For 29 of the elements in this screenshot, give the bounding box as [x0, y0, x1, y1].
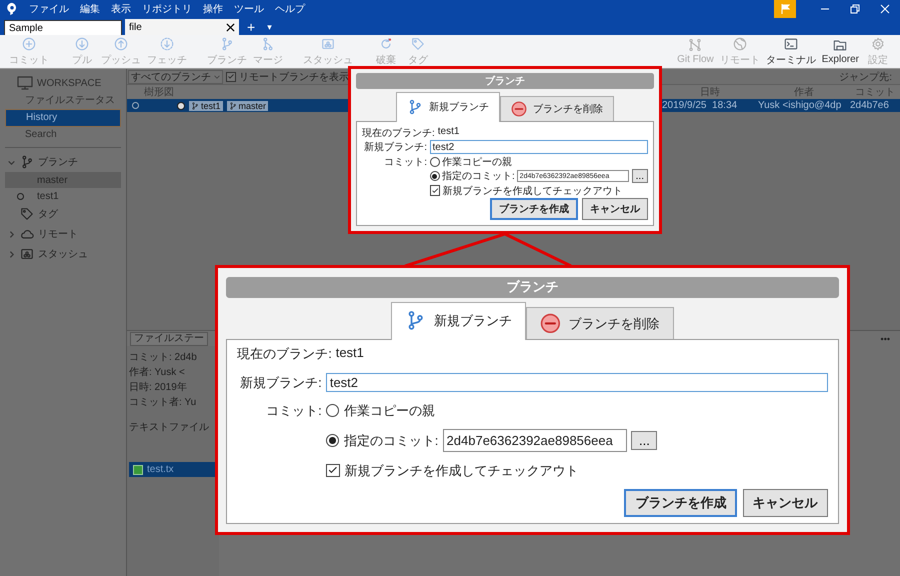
table-cell-text: 2d4b7e6 — [850, 100, 890, 111]
commit-detail: コミット: 2d4b — [129, 351, 198, 364]
new-branch-label: 新規ブランチ: — [239, 374, 322, 392]
current-branch-label: 現在のブランチ: — [237, 345, 332, 364]
dialog-title: ブランチ — [226, 277, 840, 298]
radio-label: 作業コピーの親 — [344, 402, 435, 420]
branch-badge: test1 — [189, 100, 223, 110]
current-branch-value: test1 — [438, 126, 460, 138]
commit-detail: 日時: 2019年 — [129, 380, 188, 394]
workspace-heading: WORKSPACE — [37, 78, 102, 88]
jump-label: ジャンプ先: — [839, 70, 892, 84]
current-branch-label: 現在のブランチ: — [362, 126, 435, 140]
table-cell-text: 2019/9/25 18:34 — [662, 100, 738, 111]
radio-label: 指定のコミット: — [442, 170, 515, 183]
dialog-title: ブランチ — [356, 72, 654, 88]
commit-label: コミット: — [383, 156, 427, 168]
checkbox-label: リモートブランチを表示 — [239, 70, 349, 84]
new-branch-label: 新規ブランチ: — [363, 140, 427, 154]
commit-detail: コミット者: Yu — [129, 396, 198, 409]
commit-label: コミット: — [265, 402, 322, 420]
current-branch-value: test1 — [336, 345, 364, 362]
commit-message: テキストファイル — [129, 421, 210, 434]
table-cell-text: Yusk <ishigo@4dp — [758, 100, 842, 111]
checkbox-label: 新規ブランチを作成してチェックアウト — [344, 462, 578, 480]
branch-badge: master — [226, 100, 268, 110]
checkbox-label: 新規ブランチを作成してチェックアウト — [442, 184, 622, 198]
radio-label: 指定のコミット: — [344, 432, 438, 450]
commit-detail: 作者: Yusk < — [129, 366, 186, 379]
radio-label: 作業コピーの親 — [442, 156, 512, 168]
